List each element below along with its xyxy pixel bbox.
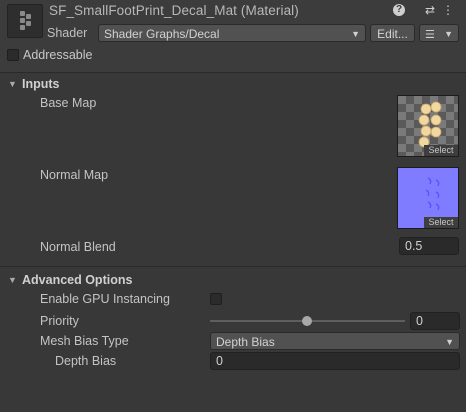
shader-dropdown-value: Shader Graphs/Decal <box>104 27 220 41</box>
base-map-label: Base Map <box>40 96 97 110</box>
inputs-section-title[interactable]: Inputs <box>22 77 60 91</box>
shader-label: Shader <box>47 26 88 40</box>
advanced-options-section-title[interactable]: Advanced Options <box>22 273 132 287</box>
base-map-select-button[interactable]: Select <box>424 145 458 156</box>
addressable-checkbox[interactable] <box>7 49 19 61</box>
priority-slider-handle[interactable] <box>302 316 312 326</box>
depth-bias-input[interactable]: 0 <box>210 352 460 370</box>
help-icon[interactable]: ? <box>393 4 405 16</box>
normal-blend-label: Normal Blend <box>40 240 116 254</box>
material-icon <box>7 4 43 38</box>
kebab-menu-icon[interactable]: ⋮ <box>441 3 455 17</box>
priority-label: Priority <box>40 314 79 328</box>
base-map-texture-slot[interactable]: Select <box>397 95 459 157</box>
normal-map-label: Normal Map <box>40 168 109 182</box>
dropdown-arrow-icon: ▼ <box>351 29 360 39</box>
mesh-bias-type-label: Mesh Bias Type <box>40 334 129 348</box>
advanced-foldout-icon[interactable]: ▼ <box>8 275 17 285</box>
gpu-instancing-label: Enable GPU Instancing <box>40 292 170 306</box>
list-icon: ☰ <box>425 29 435 41</box>
dropdown-arrow-icon: ▼ <box>444 29 453 39</box>
material-title: SF_SmallFootPrint_Decal_Mat (Material) <box>49 3 299 18</box>
gpu-instancing-checkbox[interactable] <box>210 293 222 305</box>
mesh-bias-type-dropdown[interactable]: Depth Bias ▼ <box>210 332 460 350</box>
section-divider <box>0 266 466 267</box>
addressable-label: Addressable <box>23 48 93 62</box>
preset-settings-icon[interactable]: ⇄ <box>423 3 437 17</box>
header-divider <box>0 72 466 73</box>
priority-input[interactable]: 0 <box>410 312 460 330</box>
mesh-bias-type-value: Depth Bias <box>216 335 275 349</box>
normal-map-select-button[interactable]: Select <box>424 217 458 228</box>
depth-bias-label: Depth Bias <box>55 354 117 368</box>
normal-blend-input[interactable]: 0.5 <box>399 237 459 255</box>
shader-options-button[interactable]: ☰ ▼ <box>419 24 459 42</box>
inputs-foldout-icon[interactable]: ▼ <box>8 79 17 89</box>
edit-shader-button[interactable]: Edit... <box>370 24 415 42</box>
dropdown-arrow-icon: ▼ <box>445 337 454 347</box>
normal-map-texture-slot[interactable]: Select <box>397 167 459 229</box>
shader-dropdown[interactable]: Shader Graphs/Decal ▼ <box>98 24 366 42</box>
